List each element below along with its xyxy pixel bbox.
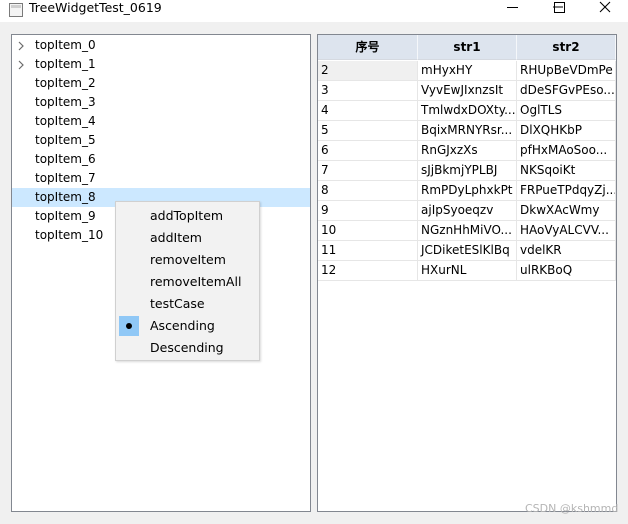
tree-item[interactable]: topItem_5	[12, 131, 310, 150]
table-cell[interactable]: dDeSFGvPEso...	[517, 81, 616, 101]
table-cell[interactable]: RnGJxzXs	[418, 141, 517, 161]
tree-item-label: topItem_9	[35, 209, 96, 223]
app-icon	[9, 3, 23, 17]
menu-item-label: Descending	[150, 340, 224, 355]
tree-item[interactable]: topItem_4	[12, 112, 310, 131]
tree-item[interactable]: topItem_1	[12, 55, 310, 74]
tree-item-label: topItem_10	[35, 228, 104, 242]
table-cell[interactable]: 5	[318, 121, 418, 141]
table-row[interactable]: 2 mHyxHY RHUpBeVDmPe	[318, 61, 616, 81]
expand-arrow-icon[interactable]	[18, 60, 26, 70]
tree-item-label: topItem_3	[35, 95, 96, 109]
table-cell[interactable]: 8	[318, 181, 418, 201]
menu-item-label: addTopItem	[150, 208, 224, 223]
table-cell[interactable]: 10	[318, 221, 418, 241]
table-cell[interactable]: sJjBkmjYPLBJ	[418, 161, 517, 181]
close-button[interactable]	[582, 0, 628, 16]
table-row[interactable]: 5 BqixMRNYRsr... DlXQHKbP	[318, 121, 616, 141]
table-cell[interactable]: 2	[318, 61, 418, 81]
menu-item-ascending[interactable]: Ascending	[116, 315, 259, 337]
table-cell[interactable]: OglTLS	[517, 101, 616, 121]
radio-dot-icon	[126, 323, 132, 329]
table-cell[interactable]: NKSqoiKt	[517, 161, 616, 181]
table-cell[interactable]: 6	[318, 141, 418, 161]
table-cell[interactable]: 4	[318, 101, 418, 121]
menu-item-additem[interactable]: addItem	[116, 227, 259, 249]
table-cell[interactable]: RmPDyLphxkPt	[418, 181, 517, 201]
tree-item-label: topItem_7	[35, 171, 96, 185]
table-row[interactable]: 6 RnGJxzXs pfHxMAoSoo...	[318, 141, 616, 161]
tree-item-label: topItem_6	[35, 152, 96, 166]
tree-item[interactable]: topItem_0	[12, 36, 310, 55]
table-cell[interactable]: 12	[318, 261, 418, 281]
minimize-button-area[interactable]	[490, 0, 536, 16]
table-cell[interactable]: TmlwdxDOXty...	[418, 101, 517, 121]
table-cell[interactable]: DkwXAcWmy	[517, 201, 616, 221]
minimize-icon	[507, 7, 518, 8]
table-cell[interactable]: vdelKR	[517, 241, 616, 261]
column-header-index[interactable]: 序号	[318, 35, 418, 60]
table-row[interactable]: 10 NGznHhMiVO... HAoVyALCVV...	[318, 221, 616, 241]
table-cell[interactable]: RHUpBeVDmPe	[517, 61, 616, 81]
table-cell[interactable]: HAoVyALCVV...	[517, 221, 616, 241]
table-cell[interactable]: ajIpSyoeqzv	[418, 201, 517, 221]
table-row[interactable]: 8 RmPDyLphxkPt FRPueTPdqyZj...	[318, 181, 616, 201]
table-cell[interactable]: mHyxHY	[418, 61, 517, 81]
table-cell[interactable]: BqixMRNYRsr...	[418, 121, 517, 141]
tree-item-label: topItem_4	[35, 114, 96, 128]
maximize-icon	[554, 2, 565, 13]
maximize-button[interactable]	[536, 0, 582, 16]
table-row[interactable]: 11 JCDiketESlKlBq vdelKR	[318, 241, 616, 261]
tree-item[interactable]: topItem_6	[12, 150, 310, 169]
table-widget[interactable]: 序号 str1 str2 2 mHyxHY RHUpBeVDmPe 3 VyvEwJIx…	[317, 34, 617, 512]
tree-item[interactable]: topItem_2	[12, 74, 310, 93]
table-cell[interactable]: HXurNL	[418, 261, 517, 281]
column-header-str1[interactable]: str1	[418, 35, 517, 60]
context-menu: addTopItem addItem removeItem removeItemAll…	[115, 201, 260, 361]
table-cell[interactable]: JCDiketESlKlBq	[418, 241, 517, 261]
menu-item-descending[interactable]: Descending	[116, 337, 259, 359]
tree-item-label: topItem_0	[35, 38, 96, 52]
table-row[interactable]: 12 HXurNL ulRKBoQ	[318, 261, 616, 281]
tree-item-label: topItem_2	[35, 76, 96, 90]
title-bar[interactable]: TreeWidgetTest_0619	[0, 0, 628, 22]
menu-item-testcase[interactable]: testCase	[116, 293, 259, 315]
table-cell[interactable]: pfHxMAoSoo...	[517, 141, 616, 161]
menu-item-label: removeItemAll	[150, 274, 242, 289]
table-cell[interactable]: 3	[318, 81, 418, 101]
menu-item-label: removeItem	[150, 252, 226, 267]
close-icon	[599, 1, 611, 13]
table-cell[interactable]: NGznHhMiVO...	[418, 221, 517, 241]
tree-item[interactable]: topItem_7	[12, 169, 310, 188]
watermark: CSDN @kshmmd	[525, 502, 619, 515]
menu-item-removeitemall[interactable]: removeItemAll	[116, 271, 259, 293]
checked-indicator-icon	[119, 316, 139, 336]
table-row[interactable]: 9 ajIpSyoeqzv DkwXAcWmy	[318, 201, 616, 221]
menu-item-removeitem[interactable]: removeItem	[116, 249, 259, 271]
table-cell[interactable]: 11	[318, 241, 418, 261]
expand-arrow-icon[interactable]	[18, 41, 26, 51]
table-cell[interactable]: DlXQHKbP	[517, 121, 616, 141]
table-cell[interactable]: 9	[318, 201, 418, 221]
menu-item-addtopitem[interactable]: addTopItem	[116, 205, 259, 227]
table-cell[interactable]: FRPueTPdqyZj...	[517, 181, 616, 201]
menu-item-label: addItem	[150, 230, 202, 245]
tree-item-label: topItem_1	[35, 57, 96, 71]
table-cell[interactable]: VyvEwJIxnzsIt	[418, 81, 517, 101]
tree-item[interactable]: topItem_3	[12, 93, 310, 112]
table-cell[interactable]: ulRKBoQ	[517, 261, 616, 281]
tree-item-label: topItem_8	[35, 190, 96, 204]
table-cell[interactable]: 7	[318, 161, 418, 181]
menu-item-label: testCase	[150, 296, 205, 311]
table-row[interactable]: 3 VyvEwJIxnzsIt dDeSFGvPEso...	[318, 81, 616, 101]
menu-item-label: Ascending	[150, 318, 215, 333]
tree-item-label: topItem_5	[35, 133, 96, 147]
table-row[interactable]: 7 sJjBkmjYPLBJ NKSqoiKt	[318, 161, 616, 181]
window-title: TreeWidgetTest_0619	[29, 0, 162, 15]
table-row[interactable]: 4 TmlwdxDOXty... OglTLS	[318, 101, 616, 121]
column-header-str2[interactable]: str2	[517, 35, 616, 60]
